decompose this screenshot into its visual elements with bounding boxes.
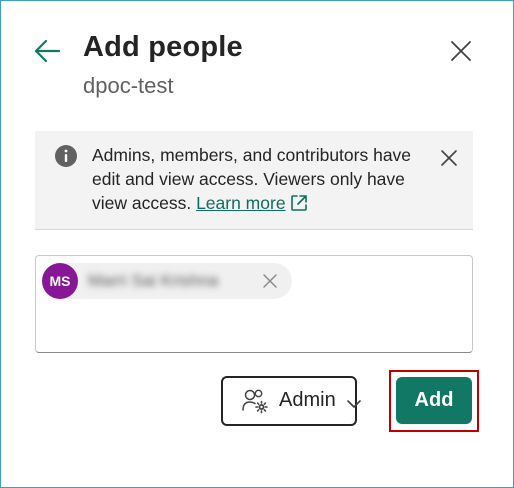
info-icon	[55, 145, 77, 167]
person-name: Marri Sai Krishna	[88, 271, 219, 290]
person-chip: MS Marri Sai Krishna	[42, 263, 292, 299]
dialog-subtitle: dpoc-test	[83, 73, 174, 98]
dialog-title: Add people	[83, 31, 243, 63]
banner-message: Admins, members, and contributors have e…	[92, 143, 422, 215]
arrow-left-icon[interactable]	[31, 35, 63, 67]
open-external-icon[interactable]	[290, 194, 308, 212]
remove-person-icon[interactable]	[262, 273, 278, 289]
role-dropdown-button[interactable]: Admin	[221, 376, 361, 426]
learn-more-link[interactable]: Learn more	[196, 193, 286, 213]
role-label: Admin	[279, 389, 336, 411]
close-icon[interactable]	[447, 37, 475, 65]
chevron-down-icon	[347, 396, 361, 408]
info-banner: Admins, members, and contributors have e…	[35, 131, 473, 230]
add-button[interactable]: Add	[396, 377, 472, 424]
add-people-dialog: Add people dpoc-test Admins, members, an…	[0, 0, 514, 488]
banner-close-icon[interactable]	[440, 149, 458, 167]
people-picker-input[interactable]: MS Marri Sai Krishna	[35, 255, 473, 353]
avatar: MS	[42, 263, 78, 299]
people-settings-icon	[241, 388, 269, 414]
